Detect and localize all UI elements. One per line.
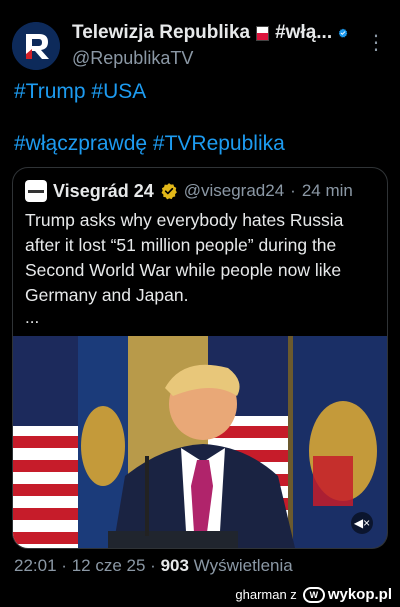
author-name[interactable]: Telewizja Republika [72, 22, 250, 44]
gold-verified-badge-icon [161, 183, 177, 200]
wykop-logo: W wykop.pl [302, 586, 392, 603]
meta-separator-2: · [150, 556, 156, 575]
views-count: 903 [160, 556, 189, 575]
verified-badge-icon [338, 28, 348, 38]
author-block: Telewizja Republika #włą... @RepublikaTV [72, 22, 348, 69]
wykop-site: wykop.pl [327, 586, 392, 603]
more-options-icon[interactable]: ⋮ [366, 30, 386, 55]
mute-icon[interactable]: ◀× [351, 512, 373, 534]
hashtag-line-1[interactable]: #Trump #USA [14, 78, 285, 106]
author-name-suffix: #włą... [275, 22, 333, 43]
quoted-tweet-text: Trump asks why everybody hates Russia af… [25, 210, 344, 305]
separator-dot: · [290, 181, 296, 200]
quoted-author-name[interactable]: Visegrád 24 [53, 181, 154, 202]
quoted-time: 24 min [301, 181, 353, 200]
video-thumbnail[interactable]: ◀× [13, 336, 387, 548]
wykop-logo-icon: W [302, 586, 325, 603]
video-frame-image [13, 336, 387, 548]
footer-user: gharman z [235, 587, 297, 602]
author-handle[interactable]: @RepublikaTV [72, 48, 348, 69]
post-date[interactable]: 12 cze 25 [72, 556, 146, 575]
quoted-tweet[interactable]: Visegrád 24 @visegrad24 · 24 min Trump a… [12, 167, 388, 549]
views-label: Wyświetlenia [193, 556, 293, 575]
tweet-meta: 22:01 · 12 cze 25 · 903 Wyświetlenia [14, 556, 293, 576]
quoted-author-handle[interactable]: @visegrad24 [184, 181, 284, 201]
meta-separator-1: · [61, 556, 67, 575]
poland-flag-icon [256, 25, 270, 41]
quoted-tweet-header: Visegrád 24 @visegrad24 · 24 min [25, 180, 353, 202]
republika-logo-icon [12, 22, 60, 70]
tweet-header: Telewizja Republika #włą... @RepublikaTV… [12, 16, 388, 70]
visegrad-avatar[interactable] [25, 180, 47, 202]
quoted-tweet-ellipsis: ... [25, 308, 40, 327]
wykop-footer: gharman z W wykop.pl [235, 586, 392, 603]
hashtag-line-2[interactable]: #włączprawdę #TVRepublika [14, 130, 285, 158]
republika-avatar[interactable] [12, 22, 60, 70]
post-time[interactable]: 22:01 [14, 556, 57, 575]
